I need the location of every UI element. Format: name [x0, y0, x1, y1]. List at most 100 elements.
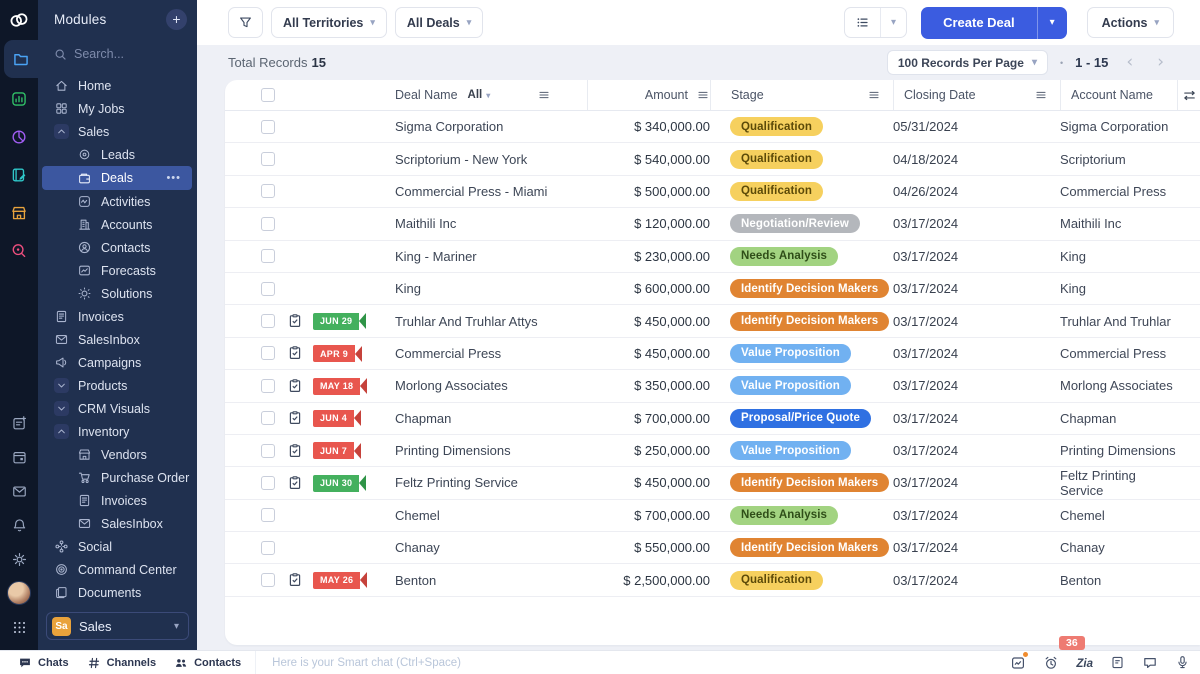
table-row[interactable]: King - Mariner $ 230,000.00 Needs Analys… [225, 241, 1200, 273]
account-name-link[interactable]: Morlong Associates [1060, 378, 1177, 393]
sidebar-item-forecasts[interactable]: Forecasts ••• [38, 259, 197, 282]
workspace-selector[interactable]: Sa Sales [46, 612, 189, 640]
deal-name-link[interactable]: Feltz Printing Service [387, 475, 587, 490]
zia-search-icon[interactable] [0, 234, 38, 268]
calendar-icon[interactable] [0, 440, 38, 474]
chats-button[interactable]: Chats [18, 656, 69, 670]
row-checkbox[interactable] [261, 152, 275, 166]
bell-icon[interactable] [0, 508, 38, 542]
sidebar-item-invoices[interactable]: Invoices ••• [38, 305, 197, 328]
column-header-stage[interactable]: Stage [731, 88, 764, 102]
column-menu-icon[interactable] [867, 88, 881, 102]
table-row[interactable]: JUN 4 Chapman $ 700,000.00 Proposal/Pric… [225, 403, 1200, 435]
deal-name-link[interactable]: Scriptorium - New York [387, 152, 587, 167]
contacts-button[interactable]: Contacts [174, 656, 241, 670]
row-checkbox[interactable] [261, 541, 275, 555]
sidebar-item-activities[interactable]: Activities ••• [38, 190, 197, 213]
deal-name-link[interactable]: Printing Dimensions [387, 443, 587, 458]
user-avatar[interactable] [0, 576, 38, 610]
table-row[interactable]: MAY 26 Benton $ 2,500,000.00 Qualificati… [225, 564, 1200, 596]
select-all-checkbox[interactable] [261, 88, 275, 102]
row-checkbox[interactable] [261, 184, 275, 198]
table-row[interactable]: Maithili Inc $ 120,000.00 Negotiation/Re… [225, 208, 1200, 240]
table-row[interactable]: JUN 30 Feltz Printing Service $ 450,000.… [225, 467, 1200, 499]
sidebar-item-sales[interactable]: Sales ••• [38, 120, 197, 143]
insights-icon[interactable] [1010, 655, 1026, 671]
row-checkbox[interactable] [261, 217, 275, 231]
account-name-link[interactable]: King [1060, 281, 1177, 296]
deals-view-dropdown[interactable]: All Deals [395, 7, 483, 38]
deal-name-link[interactable]: Chapman [387, 411, 587, 426]
more-options-icon[interactable]: ••• [166, 172, 181, 184]
notebook-icon[interactable] [0, 158, 38, 192]
column-settings-icon[interactable] [1177, 80, 1200, 110]
account-name-link[interactable]: Commercial Press [1060, 184, 1177, 199]
actions-dropdown[interactable]: Actions [1087, 7, 1174, 38]
sidebar-item-solutions[interactable]: Solutions ••• [38, 282, 197, 305]
sidebar-item-purchase-order[interactable]: Purchase Order ••• [38, 466, 197, 489]
mail-icon[interactable] [0, 474, 38, 508]
column-header-closing-date[interactable]: Closing Date [904, 88, 976, 102]
reports-pie-icon[interactable] [0, 120, 38, 154]
account-name-link[interactable]: Chanay [1060, 540, 1177, 555]
deal-name-link[interactable]: King [387, 281, 587, 296]
sidebar-item-documents[interactable]: Documents ••• [38, 581, 197, 604]
account-name-link[interactable]: Scriptorium [1060, 152, 1177, 167]
account-name-link[interactable]: Feltz Printing Service [1060, 468, 1177, 498]
table-row[interactable]: Sigma Corporation $ 340,000.00 Qualifica… [225, 111, 1200, 143]
notification-badge[interactable]: 36 [1059, 636, 1085, 650]
row-checkbox[interactable] [261, 379, 275, 393]
compose-note-icon[interactable] [0, 406, 38, 440]
sidebar-item-products[interactable]: Products ••• [38, 374, 197, 397]
add-module-button[interactable] [166, 9, 187, 30]
sidebar-item-social[interactable]: Social ••• [38, 535, 197, 558]
deal-name-link[interactable]: Sigma Corporation [387, 119, 587, 134]
prev-page-button[interactable]: ‹ [1120, 54, 1139, 71]
deal-name-link[interactable]: Benton [387, 573, 587, 588]
apps-grid-icon[interactable] [0, 610, 38, 644]
sidebar-item-campaigns[interactable]: Campaigns ••• [38, 351, 197, 374]
table-row[interactable]: Scriptorium - New York $ 540,000.00 Qual… [225, 143, 1200, 175]
create-deal-button[interactable]: Create Deal [921, 15, 1037, 30]
account-name-link[interactable]: Benton [1060, 573, 1177, 588]
deal-name-filter-dropdown[interactable]: All [468, 89, 491, 101]
smart-chat-input[interactable] [272, 657, 1010, 669]
records-per-page-dropdown[interactable]: 100 Records Per Page [887, 50, 1048, 75]
next-page-button[interactable]: › [1151, 54, 1170, 71]
column-header-amount[interactable]: Amount [645, 88, 688, 102]
sidebar-item-leads[interactable]: Leads ••• [38, 143, 197, 166]
list-view-button[interactable] [845, 8, 880, 37]
account-name-link[interactable]: Printing Dimensions [1060, 443, 1177, 458]
settings-gear-icon[interactable] [0, 542, 38, 576]
row-checkbox[interactable] [261, 476, 275, 490]
channels-button[interactable]: Channels [87, 656, 157, 670]
sidebar-item-contacts[interactable]: Contacts ••• [38, 236, 197, 259]
deal-name-link[interactable]: Chanay [387, 540, 587, 555]
sidebar-item-vendors[interactable]: Vendors ••• [38, 443, 197, 466]
sidebar-item-accounts[interactable]: Accounts ••• [38, 213, 197, 236]
row-checkbox[interactable] [261, 314, 275, 328]
filter-button[interactable] [228, 7, 263, 38]
table-row[interactable]: Chemel $ 700,000.00 Needs Analysis 03/17… [225, 500, 1200, 532]
territories-filter-dropdown[interactable]: All Territories [271, 7, 387, 38]
row-checkbox[interactable] [261, 346, 275, 360]
column-header-account-name[interactable]: Account Name [1071, 88, 1153, 102]
deal-name-link[interactable]: Chemel [387, 508, 587, 523]
list-view-caret-button[interactable] [880, 8, 906, 37]
sidebar-item-visitors[interactable]: Visitors ••• [38, 604, 197, 606]
create-deal-caret-button[interactable] [1037, 7, 1067, 39]
row-checkbox[interactable] [261, 249, 275, 263]
table-row[interactable]: Chanay $ 550,000.00 Identify Decision Ma… [225, 532, 1200, 564]
account-name-link[interactable]: Commercial Press [1060, 346, 1177, 361]
row-checkbox[interactable] [261, 282, 275, 296]
deal-name-link[interactable]: Truhlar And Truhlar Attys [387, 314, 587, 329]
sidebar-item-home[interactable]: Home ••• [38, 74, 197, 97]
row-checkbox[interactable] [261, 573, 275, 587]
table-row[interactable]: Commercial Press - Miami $ 500,000.00 Qu… [225, 176, 1200, 208]
comment-icon[interactable] [1142, 655, 1158, 671]
deal-name-link[interactable]: Commercial Press [387, 346, 587, 361]
table-row[interactable]: King $ 600,000.00 Identify Decision Make… [225, 273, 1200, 305]
column-menu-icon[interactable] [1034, 88, 1048, 102]
sidebar-item-crm-visuals[interactable]: CRM Visuals ••• [38, 397, 197, 420]
zia-icon[interactable] [1076, 655, 1093, 670]
